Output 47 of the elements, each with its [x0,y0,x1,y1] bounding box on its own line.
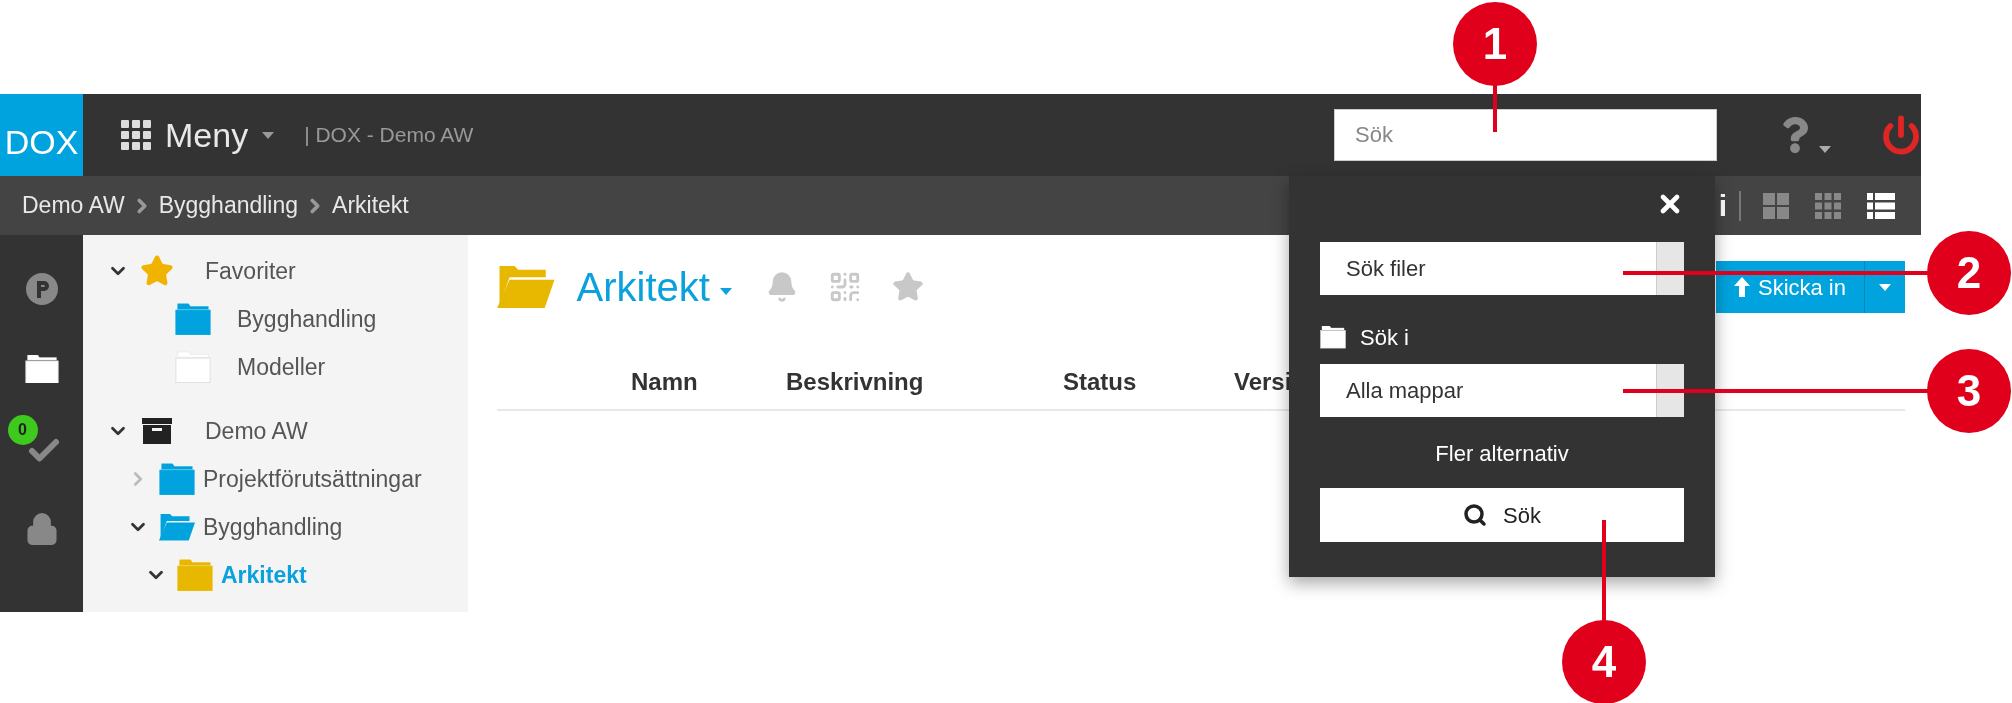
caret-icon [1819,146,1831,153]
parking-icon[interactable] [24,272,59,306]
tree-item[interactable]: Demo AW [205,413,308,449]
scope-label: Sök i [1360,324,1409,352]
power-icon[interactable] [1881,115,1921,155]
upload-arrow-icon [1733,277,1750,297]
search-scope-select[interactable]: Alla mappar [1320,364,1684,417]
tree-item[interactable]: Modeller [237,349,326,385]
archive-box-icon [142,418,172,444]
column-header[interactable]: Beskrivning [786,364,1063,400]
tree-item[interactable]: Bygghandling [237,301,377,337]
upload-label: Skicka in [1757,273,1846,302]
info-icon[interactable]: i [1718,183,1727,228]
star-icon [140,254,174,288]
breadcrumb-link[interactable]: Arkitekt [332,188,409,223]
folder-icon [24,354,59,384]
small-grid-icon[interactable] [1815,192,1841,219]
breadcrumb-link[interactable]: Demo AW [22,188,125,223]
caret-icon [1879,283,1891,291]
callout-marker: 4 [1562,620,1646,703]
more-options-link[interactable]: Fler alternativ [1435,437,1569,470]
column-header[interactable]: Status [1063,364,1234,400]
search-type-select[interactable]: Sök filer [1320,242,1684,295]
star-icon[interactable] [891,271,924,303]
large-grid-icon[interactable] [1763,192,1789,219]
breadcrumb-link[interactable]: Bygghandling [158,188,299,223]
caret-icon [262,131,275,139]
context-label: | DOX - Demo AW [304,122,474,149]
tree-item[interactable]: Bygghandling [203,509,343,545]
column-header[interactable]: Versi [1234,364,1292,400]
search-field[interactable]: Sök [1334,109,1717,161]
callout-marker: 1 [1453,2,1537,86]
search-button[interactable]: Sök [1320,488,1684,542]
callout-marker: 2 [1927,231,2011,315]
search-icon [1463,503,1488,527]
tree-item[interactable]: Favoriter [205,253,296,289]
list-view-icon[interactable] [1867,192,1895,219]
column-header[interactable]: Namn [631,364,786,400]
lock-icon[interactable] [24,512,59,546]
folder-icon [1320,326,1346,349]
apps-grid-icon [121,120,151,150]
callout-marker: 3 [1927,349,2011,433]
folder-icon [497,265,555,309]
caret-icon [719,287,732,295]
count-badge: 0 [7,415,38,445]
tree-item[interactable]: Projektförutsättningar [203,461,422,497]
menu-button[interactable]: Meny [121,109,275,161]
